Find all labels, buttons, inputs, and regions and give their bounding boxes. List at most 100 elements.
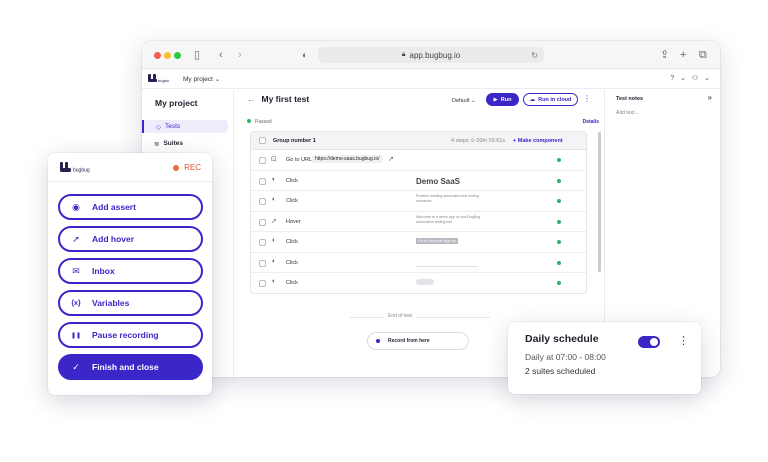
step-action: Click <box>286 280 298 286</box>
pause-recording-button[interactable]: ❚❚ Pause recording <box>58 322 203 348</box>
recorder-header: bugbug REC <box>48 153 212 182</box>
step-checkbox[interactable] <box>259 198 266 205</box>
make-component-button[interactable]: + Make component <box>513 138 563 144</box>
close-window-button[interactable] <box>154 52 161 59</box>
scrollbar[interactable] <box>598 132 601 272</box>
step-checkbox[interactable] <box>259 280 266 287</box>
shield-icon[interactable]: ◐ <box>302 48 307 62</box>
diamond-icon: ◇ <box>156 123 161 131</box>
stack-icon: ≋ <box>154 140 160 148</box>
test-status: Passed Details <box>247 119 599 125</box>
steps-table: Group number 1 4 steps ⊙ 00m 03.61s + Ma… <box>250 131 587 294</box>
tabs-overview-icon[interactable]: ⧉ <box>699 48 707 62</box>
screenshot-thumb-text: Welcome to a demo app for pra BugBug aut… <box>416 214 481 224</box>
end-divider <box>350 317 490 318</box>
screenshot-thumb-text: Practice building automated test testing… <box>416 194 479 203</box>
run-in-cloud-label: Run in cloud <box>538 96 572 103</box>
test-title-text: My first test <box>261 94 310 104</box>
record-from-here-button[interactable]: Record from here <box>367 332 469 350</box>
passed-dot-icon <box>557 219 561 224</box>
screenshot-thumb-input <box>416 260 478 267</box>
step-checkbox[interactable] <box>259 239 266 246</box>
group-name: Group number 1 <box>273 138 316 144</box>
sidebar-item-tests[interactable]: ◇ Tests <box>142 120 228 133</box>
back-arrow-icon[interactable]: ← <box>247 94 256 104</box>
add-hover-button[interactable]: ➚ Add hover <box>58 226 203 252</box>
browser-icon: ⊡ <box>271 156 277 163</box>
passed-dot-icon <box>557 178 561 183</box>
profile-select[interactable]: Default ⌄ <box>452 98 476 104</box>
step-row[interactable]: ◖ Click Go to example sign-up <box>251 232 586 253</box>
step-row[interactable]: ➚ Hover Welcome to a demo app for pra Bu… <box>251 212 586 232</box>
forward-arrow-icon[interactable]: › <box>238 48 242 62</box>
step-row[interactable]: ◖ Click Practice building automated test… <box>251 191 586 212</box>
notes-title: Test notes <box>616 96 644 102</box>
step-action: Click <box>286 239 298 245</box>
mouse-icon: ◖ <box>271 257 276 265</box>
check-icon: ✓ <box>72 361 80 372</box>
passed-dot-icon <box>247 119 251 123</box>
step-row[interactable]: ◖ Click <box>251 253 586 273</box>
finish-and-close-button[interactable]: ✓ Finish and close <box>58 354 203 380</box>
button-label: Pause recording <box>92 330 159 340</box>
group-header[interactable]: Group number 1 4 steps ⊙ 00m 03.61s + Ma… <box>251 132 586 150</box>
reload-icon[interactable]: ↻ <box>531 51 538 60</box>
external-link-icon[interactable]: ↗ <box>388 155 394 163</box>
recorder-panel: bugbug REC ◉ Add assert ➚ Add hover ✉ In… <box>48 153 212 395</box>
project-switcher[interactable]: My project ⌄ <box>183 75 220 83</box>
step-action: Go to URL <box>286 157 312 163</box>
status-text: Passed <box>255 119 272 125</box>
step-row[interactable]: ◖ Click <box>251 273 586 293</box>
run-in-cloud-button[interactable]: ☁ Run in cloud <box>523 93 578 106</box>
step-action: Click <box>286 177 298 184</box>
schedule-time: Daily at 07:00 - 08:00 <box>525 352 606 362</box>
url-bar[interactable]: 🔒︎ app.bugbug.io ↻ <box>318 47 544 63</box>
step-action: Click <box>286 198 298 204</box>
more-options-icon[interactable]: ⋮ <box>583 94 591 103</box>
passed-dot-icon <box>557 281 561 285</box>
more-options-icon[interactable]: ⋮ <box>678 334 689 347</box>
share-icon[interactable]: ⇪ <box>660 48 669 62</box>
variables-button[interactable]: {x} Variables <box>58 290 203 316</box>
page-title: ← My first test <box>247 94 309 104</box>
schedule-toggle[interactable] <box>638 336 660 348</box>
bugbug-logo-icon: bugbug <box>148 74 169 83</box>
step-checkbox[interactable] <box>259 157 266 164</box>
minimize-window-button[interactable] <box>164 52 171 59</box>
step-action: Click <box>286 259 298 266</box>
add-assert-button[interactable]: ◉ Add assert <box>58 194 203 220</box>
step-checkbox[interactable] <box>259 177 266 185</box>
mail-icon: ✉ <box>72 265 80 276</box>
pause-icon: ❚❚ <box>70 332 82 339</box>
step-checkbox[interactable] <box>259 218 266 226</box>
schedule-title: Daily schedule <box>525 333 599 345</box>
passed-dot-icon <box>557 260 561 265</box>
step-checkbox[interactable] <box>259 259 266 267</box>
mouse-icon: ◖ <box>271 278 276 285</box>
maximize-window-button[interactable] <box>174 52 181 59</box>
group-checkbox[interactable] <box>259 137 266 144</box>
sidebar-toggle-icon[interactable]: ▯ <box>194 48 200 62</box>
details-link[interactable]: Details <box>583 119 599 125</box>
bugbug-logo-icon: bugbug <box>60 162 90 174</box>
play-icon: ▶ <box>493 96 498 103</box>
run-label: Run <box>500 96 512 103</box>
pointer-icon: ➚ <box>72 233 80 244</box>
step-row[interactable]: ⊡ Go to URL https://demo-saas.bugbug.io/… <box>251 150 586 171</box>
screenshot-thumb-button: Go to example sign-up <box>416 238 459 244</box>
end-of-test-label: End of test <box>384 313 416 319</box>
step-row[interactable]: ◖ Click Demo SaaS <box>251 171 586 191</box>
notes-input[interactable]: Add text... <box>616 110 639 116</box>
inbox-button[interactable]: ✉ Inbox <box>58 258 203 284</box>
help-user-menu[interactable]: ? ⌄ ⚇ ⌄ <box>670 74 712 82</box>
group-meta: 4 steps ⊙ 00m 03.61s <box>451 138 506 144</box>
rec-label: REC <box>184 163 201 172</box>
back-arrow-icon[interactable]: ‹ <box>219 48 223 62</box>
sidebar-item-suites[interactable]: ≋ Suites <box>142 137 228 150</box>
run-button[interactable]: ▶ Run <box>486 93 519 106</box>
passed-dot-icon <box>557 240 561 244</box>
recording-indicator: REC <box>173 163 201 172</box>
new-tab-icon[interactable]: + <box>680 48 686 62</box>
passed-dot-icon <box>557 199 561 203</box>
collapse-panel-icon[interactable]: » <box>708 93 712 102</box>
